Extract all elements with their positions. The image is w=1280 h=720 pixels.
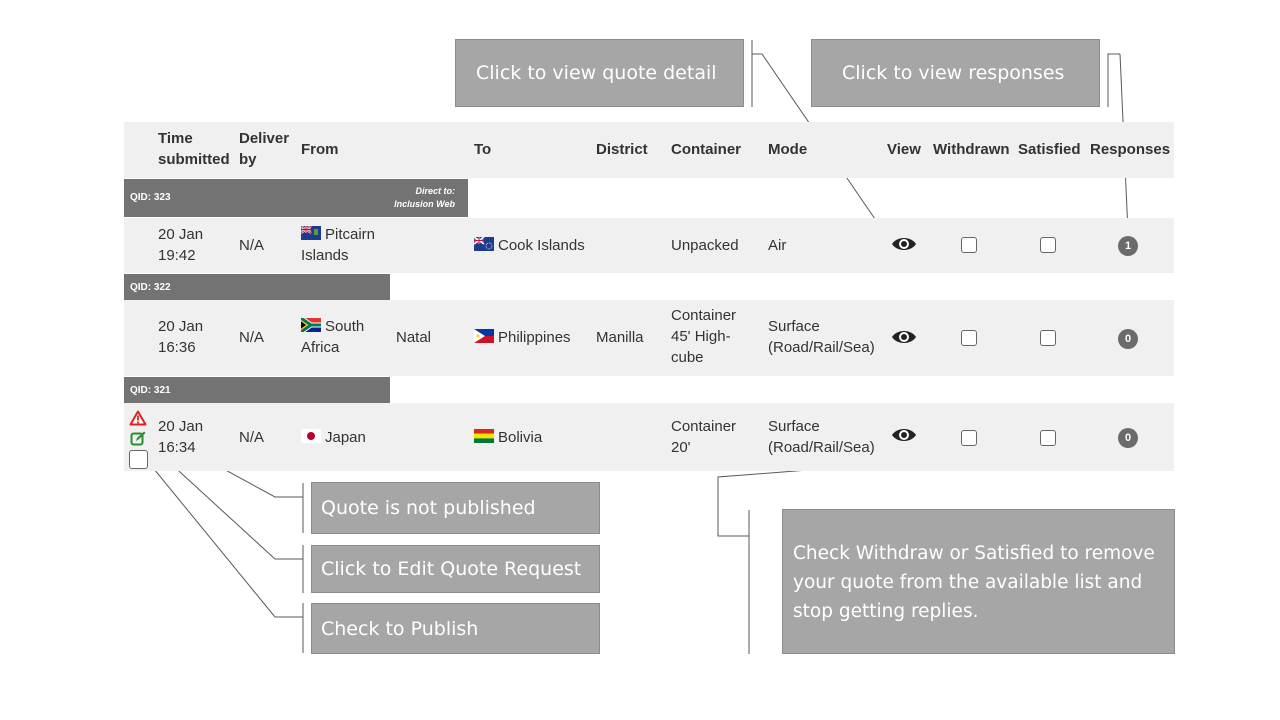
callout-edit-request: Click to Edit Quote Request	[311, 545, 600, 593]
to-cell: Bolivia	[474, 427, 542, 448]
container-cell: Unpacked	[671, 237, 739, 254]
from-cell: South Africa	[301, 316, 386, 358]
deliver-cell: N/A	[239, 237, 265, 254]
edit-icon[interactable]	[130, 431, 146, 447]
header-from[interactable]: From	[301, 139, 339, 160]
from-district-cell: Natal	[396, 329, 432, 346]
deliver-cell: N/A	[239, 329, 265, 346]
withdrawn-checkbox[interactable]	[961, 430, 977, 446]
to-country: Cook Islands	[498, 237, 585, 254]
header-container[interactable]: Container	[671, 139, 741, 160]
header-to[interactable]: To	[474, 139, 491, 160]
publish-checkbox[interactable]	[129, 450, 148, 469]
table-row[interactable]: 20 Jan 19:42 N/A Pitcairn Islands Cook I…	[124, 218, 1174, 273]
header-district[interactable]: District	[596, 139, 648, 160]
qid-bar: QID: 321	[124, 377, 390, 403]
to-cell: Cook Islands	[474, 235, 585, 256]
container-cell: Container 45' High-cube	[671, 307, 737, 366]
callout-withdraw-info: Check Withdraw or Satisfied to remove yo…	[782, 509, 1175, 654]
qid-label: QID: 322	[130, 282, 171, 293]
satisfied-checkbox[interactable]	[1040, 430, 1056, 446]
header-satisfied: Satisfied	[1018, 141, 1081, 158]
eye-icon[interactable]	[891, 328, 917, 346]
philippines-flag-icon	[474, 329, 494, 343]
container-cell: Container 20'	[671, 418, 737, 456]
qid-label: QID: 323	[130, 192, 171, 203]
withdrawn-checkbox[interactable]	[961, 237, 977, 253]
satisfied-checkbox[interactable]	[1040, 330, 1056, 346]
callout-view-detail: Click to view quote detail	[455, 39, 744, 107]
header-responses: Responses	[1090, 141, 1171, 158]
table-row[interactable]: 20 Jan 16:36 N/A South Africa Natal Phil…	[124, 300, 1174, 376]
qid-bar: QID: 323 Direct to: Inclusion Web	[124, 179, 468, 217]
callout-not-published: Quote is not published	[311, 482, 600, 534]
from-cell: Japan	[301, 427, 366, 448]
time-cell: 20 Jan 19:42	[158, 226, 204, 264]
pitcairn-flag-icon	[301, 226, 321, 240]
direct-to-label: Direct to: Inclusion Web	[394, 186, 455, 209]
mode-cell: Air	[768, 237, 787, 254]
deliver-cell: N/A	[239, 429, 265, 446]
header-mode[interactable]: Mode	[768, 139, 807, 160]
cook-islands-flag-icon	[474, 237, 494, 251]
to-cell: Philippines	[474, 327, 571, 348]
responses-badge[interactable]: 0	[1118, 329, 1138, 349]
from-cell: Pitcairn Islands	[301, 224, 386, 266]
eye-icon[interactable]	[891, 235, 917, 253]
to-country: Philippines	[498, 329, 571, 346]
eye-icon[interactable]	[891, 426, 917, 444]
callout-publish: Check to Publish	[311, 603, 600, 654]
warning-triangle-icon	[129, 410, 147, 426]
callout-view-responses: Click to view responses	[811, 39, 1100, 107]
from-country: Japan	[325, 429, 366, 446]
table-header: Time submitted Deliver by From To Distri…	[124, 122, 1174, 178]
header-deliver[interactable]: Deliver by	[239, 128, 294, 170]
header-view: View	[887, 141, 921, 158]
responses-badge[interactable]: 0	[1118, 428, 1138, 448]
header-time[interactable]: Time submitted	[158, 128, 233, 170]
table-row[interactable]: 20 Jan 16:34 N/A Japan Bolivia Container…	[124, 403, 1174, 471]
south-africa-flag-icon	[301, 318, 321, 332]
bolivia-flag-icon	[474, 429, 494, 443]
qid-label: QID: 321	[130, 385, 171, 396]
responses-badge[interactable]: 1	[1118, 236, 1138, 256]
mode-cell: Surface (Road/Rail/Sea)	[768, 318, 875, 356]
mode-cell: Surface (Road/Rail/Sea)	[768, 418, 875, 456]
district-cell: Manilla	[596, 329, 644, 346]
header-withdrawn: Withdrawn	[933, 141, 1010, 158]
time-cell: 20 Jan 16:36	[158, 318, 204, 356]
withdrawn-checkbox[interactable]	[961, 330, 977, 346]
qid-bar: QID: 322	[124, 274, 390, 300]
to-country: Bolivia	[498, 429, 543, 446]
time-cell: 20 Jan 16:34	[158, 418, 204, 456]
japan-flag-icon	[301, 429, 321, 443]
satisfied-checkbox[interactable]	[1040, 237, 1056, 253]
